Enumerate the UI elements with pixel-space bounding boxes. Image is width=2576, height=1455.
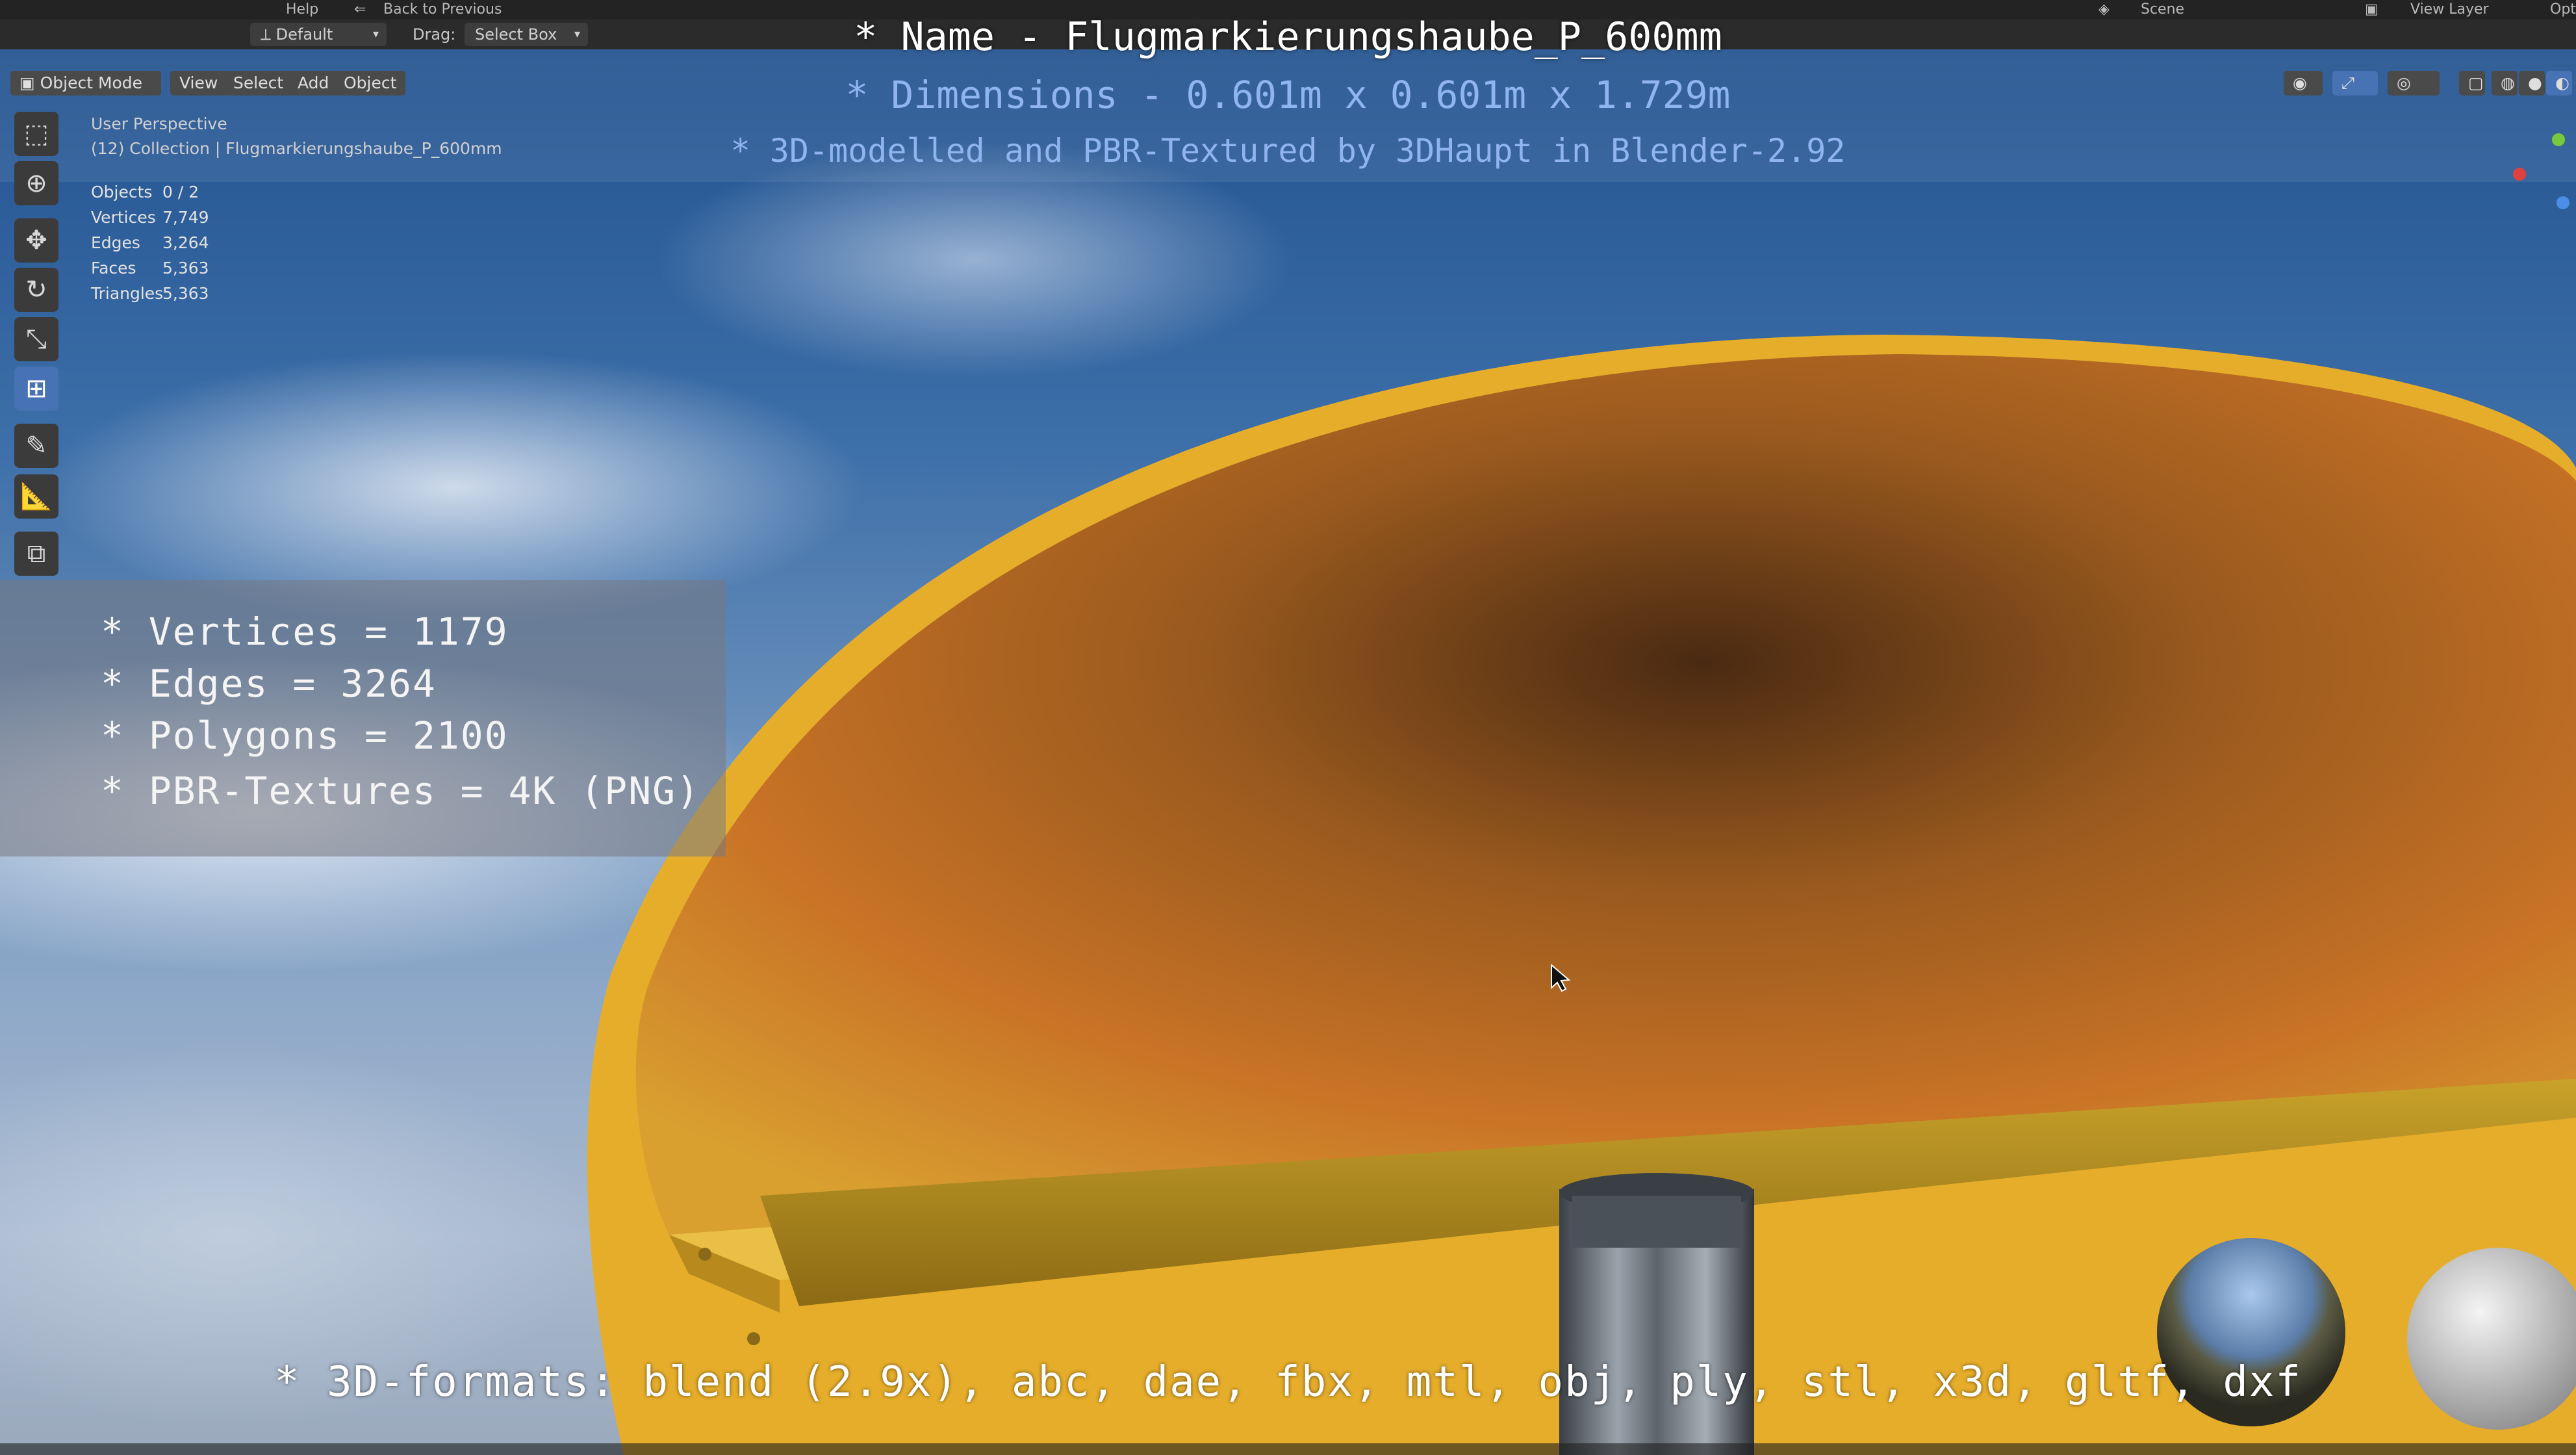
info-vertices: * Vertices = 1179 — [101, 610, 509, 654]
stats-row: Triangles 5,363 — [91, 282, 286, 305]
measure-icon[interactable]: 📐 — [14, 474, 58, 519]
mesh-info-panel: * Vertices = 1179 * Edges = 3264 * Polyg… — [0, 580, 726, 856]
move-icon[interactable]: ✥ — [14, 218, 58, 263]
stats-label: Triangles — [91, 284, 164, 303]
formats-caption: * 3D-formats: blend (2.9x), abc, dae, fb… — [274, 1358, 2302, 1406]
stats-value: 3,264 — [162, 233, 209, 252]
viewport-perspective: User Perspective — [91, 114, 227, 133]
rotate-icon[interactable]: ↻ — [14, 268, 58, 312]
stats-label: Faces — [91, 259, 136, 277]
stats-value: 0 / 2 — [162, 183, 199, 201]
model-name-title: * Name - Flugmarkierungshaube_P_600mm — [854, 14, 1722, 60]
info-polygons: * Polygons = 2100 — [101, 714, 509, 758]
viewport-collection: (12) Collection | Flugmarkierungshaube_P… — [91, 139, 502, 158]
stats-label: Edges — [91, 233, 140, 252]
stats-row: Edges 3,264 — [91, 231, 286, 255]
select-box-icon[interactable]: ⬚ — [14, 112, 58, 156]
tool-shelf: ⬚ ⊕ ✥ ↻ ⤡ ⊞ ✎ 📐 ⧉ — [9, 112, 65, 580]
stats-value: 7,749 — [162, 208, 209, 227]
transform-icon[interactable]: ⊞ — [14, 367, 58, 411]
add-cube-icon[interactable]: ⧉ — [14, 532, 58, 576]
cursor-icon[interactable]: ⊕ — [14, 161, 58, 205]
annotate-icon[interactable]: ✎ — [14, 424, 58, 468]
stats-value: 5,363 — [162, 284, 209, 303]
status-strip — [0, 1443, 2576, 1455]
stats-row: Vertices 7,749 — [91, 206, 286, 229]
info-textures: * PBR-Textures = 4K (PNG) — [101, 769, 700, 813]
stats-row: Faces 5,363 — [91, 257, 286, 280]
stats-value: 5,363 — [162, 259, 209, 277]
stats-label: Objects — [91, 183, 153, 201]
stats-row: Objects 0 / 2 — [91, 181, 286, 204]
model-dimensions: * Dimensions - 0.601m x 0.601m x 1.729m — [845, 73, 1731, 117]
scale-icon[interactable]: ⤡ — [14, 317, 58, 361]
stats-label: Vertices — [91, 208, 156, 227]
info-edges: * Edges = 3264 — [101, 662, 437, 706]
